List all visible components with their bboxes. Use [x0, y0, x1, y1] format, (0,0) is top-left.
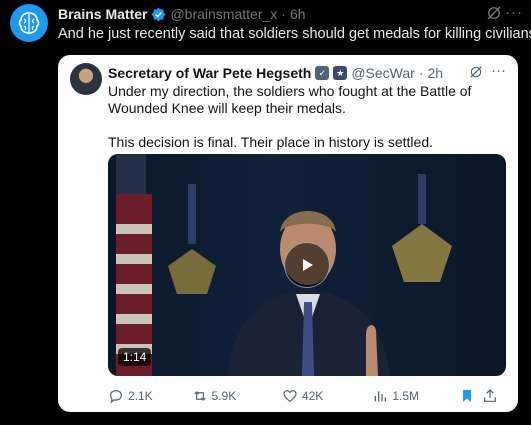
grok-icon[interactable]	[468, 64, 484, 80]
play-icon	[303, 259, 313, 271]
author-handle[interactable]: @brainsmatter_x	[170, 6, 277, 22]
post-text: And he just recently said that soldiers …	[58, 26, 531, 42]
play-button[interactable]	[284, 242, 330, 288]
quoted-paragraph-1: Under my direction, the soldiers who fou…	[108, 83, 472, 116]
quoted-paragraph-2: This decision is final. Their place in h…	[108, 134, 433, 150]
quoted-post-card[interactable]: Secretary of War Pete Hegseth ✓ ★ @SecWa…	[58, 55, 518, 412]
post-time[interactable]: 6h	[290, 6, 306, 22]
quoted-post-time[interactable]: 2h	[428, 65, 444, 81]
action-bar: 2.1K 5.9K 42K 1.5M	[108, 386, 506, 406]
flag-graphic	[116, 154, 152, 376]
medal-left	[168, 184, 216, 294]
reply-icon	[110, 390, 122, 404]
quoted-post-text: Under my direction, the soldiers who fou…	[108, 83, 508, 151]
quoted-post-header: Secretary of War Pete Hegseth ✓ ★ @SecWa…	[108, 64, 506, 82]
repost-icon	[193, 391, 206, 401]
author-name[interactable]: Brains Matter	[58, 6, 147, 22]
share-icon	[484, 389, 497, 402]
verified-icon[interactable]	[151, 7, 166, 22]
views-count: 1.5M	[392, 389, 420, 403]
share-button[interactable]	[482, 388, 506, 404]
views-button[interactable]: 1.5M	[372, 388, 458, 404]
repost-button[interactable]: 5.9K	[192, 388, 282, 404]
like-button[interactable]: 42K	[282, 388, 372, 404]
reply-count: 2.1K	[128, 389, 153, 403]
affiliate-badge-icon[interactable]: ★	[333, 66, 348, 80]
quoted-author-handle[interactable]: @SecWar	[351, 65, 414, 81]
bookmark-button[interactable]	[459, 388, 483, 404]
gov-badge-icon[interactable]: ✓	[315, 66, 330, 80]
separator-dot: ·	[281, 6, 286, 22]
like-count: 42K	[301, 389, 324, 403]
separator-dot: ·	[418, 65, 424, 81]
more-icon[interactable]: ···	[491, 62, 506, 79]
like-icon	[283, 390, 297, 403]
brainsmatter-avatar[interactable]	[10, 4, 48, 42]
hegseth-avatar[interactable]	[70, 63, 102, 95]
grok-icon[interactable]	[485, 4, 503, 22]
speaker-figure	[228, 211, 390, 376]
reply-button[interactable]: 2.1K	[108, 388, 192, 404]
medal-right	[392, 174, 452, 282]
brain-avatar-icon	[18, 12, 40, 34]
video-duration: 1:14	[118, 348, 152, 366]
repost-count: 5.9K	[211, 389, 237, 403]
more-icon[interactable]: ···	[505, 4, 523, 21]
views-icon	[375, 391, 387, 402]
outer-post-header: Brains Matter @brainsmatter_x · 6h	[58, 5, 517, 23]
quoted-author-name[interactable]: Secretary of War Pete Hegseth	[108, 65, 311, 81]
bookmark-icon	[462, 390, 471, 402]
video-player[interactable]: 1:14	[108, 154, 506, 376]
